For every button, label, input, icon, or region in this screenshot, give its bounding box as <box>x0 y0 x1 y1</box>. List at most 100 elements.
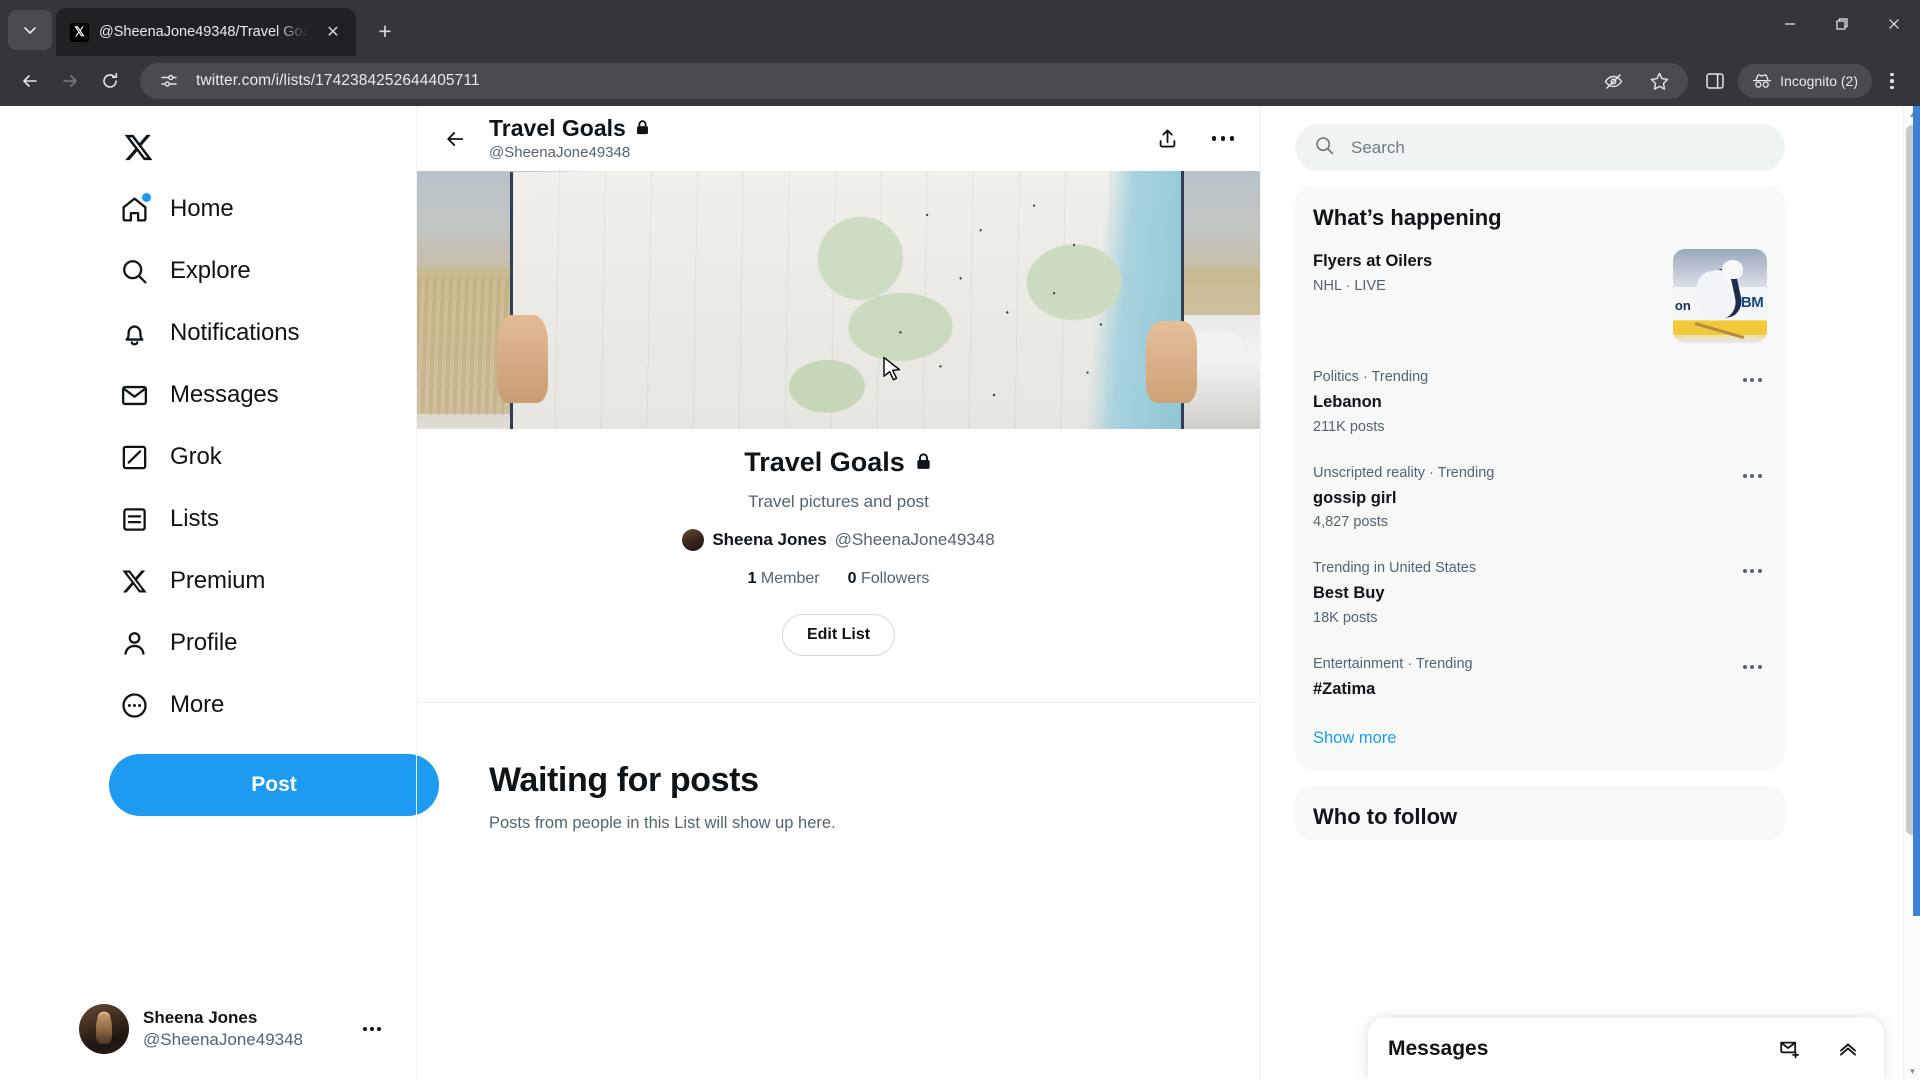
sidebar-item-home[interactable]: Home <box>109 178 254 240</box>
primary-navigation: Home Explore Notifications Messages Grok… <box>44 106 439 1080</box>
whats-happening-card: What’s happening Flyers at Oilers NHL · … <box>1295 187 1785 771</box>
sidebar-item-label: Profile <box>170 629 238 656</box>
maximize-button[interactable] <box>1816 0 1868 48</box>
incognito-hat-icon <box>1753 74 1772 88</box>
messages-dock[interactable]: Messages <box>1368 1018 1884 1080</box>
sidebar-item-lists[interactable]: Lists <box>109 488 239 550</box>
news-item[interactable]: Flyers at Oilers NHL · LIVE on BM <box>1295 237 1785 355</box>
news-meta: NHL · LIVE <box>1313 277 1386 294</box>
list-owner[interactable]: Sheena Jones @SheenaJone49348 <box>417 529 1260 551</box>
sidebar-item-messages[interactable]: Messages <box>109 364 299 426</box>
search-input[interactable]: Search <box>1295 124 1785 171</box>
close-window-button[interactable] <box>1868 0 1920 48</box>
url-text: twitter.com/i/lists/1742384252644405711 <box>196 72 480 89</box>
close-icon[interactable]: ✕ <box>320 19 346 45</box>
banner-hand-left <box>497 315 548 404</box>
chevron-down-icon <box>24 27 36 35</box>
owner-name: Sheena Jones <box>712 530 827 549</box>
browser-menu-button[interactable] <box>1876 64 1908 98</box>
trend-category: Trending in United States <box>1313 560 1477 577</box>
list-metadata: Travel Goals Travel pictures and post Sh… <box>417 429 1260 678</box>
news-headline: Flyers at Oilers <box>1313 252 1433 270</box>
members-count[interactable]: 1 Member <box>748 570 820 588</box>
account-name: Sheena Jones <box>143 1008 258 1028</box>
list-icon <box>119 504 150 535</box>
new-tab-button[interactable]: + <box>366 12 404 50</box>
sidebar-item-label: Explore <box>170 257 251 284</box>
sidebar-item-notifications[interactable]: Notifications <box>109 302 319 364</box>
share-upload-icon[interactable] <box>1148 120 1186 158</box>
arrow-left-icon <box>23 75 37 87</box>
three-dots-icon[interactable] <box>1737 461 1767 491</box>
tab-search-button[interactable] <box>8 10 52 50</box>
arrow-left-icon <box>447 131 464 146</box>
main-content: Travel Goals @SheenaJone49348 Travel Goa… <box>416 106 1261 1080</box>
envelope-icon <box>119 380 150 411</box>
trend-post-count: 4,827 posts <box>1313 514 1388 531</box>
sidebar-item-profile[interactable]: Profile <box>109 612 257 674</box>
page-viewport: Home Explore Notifications Messages Grok… <box>0 106 1920 1080</box>
followers-count[interactable]: 0 Followers <box>848 570 930 588</box>
tune-icon <box>161 74 177 87</box>
account-text: Sheena Jones @SheenaJone49348 <box>143 1007 303 1050</box>
edit-list-button[interactable]: Edit List <box>781 614 896 656</box>
sidebar-item-premium[interactable]: Premium <box>109 550 285 612</box>
new-message-icon[interactable] <box>1774 1033 1806 1065</box>
sidebar-item-label: Lists <box>170 505 219 532</box>
address-bar[interactable]: twitter.com/i/lists/1742384252644405711 <box>140 63 1689 99</box>
arrow-right-icon <box>63 75 77 87</box>
incognito-indicator[interactable]: Incognito (2) <box>1738 64 1872 98</box>
sidebar-item-label: More <box>170 691 225 718</box>
search-icon <box>1314 135 1335 161</box>
followers-number: 0 <box>847 570 857 587</box>
side-panel-icon[interactable] <box>1700 66 1730 96</box>
empty-state-title: Waiting for posts <box>489 761 759 799</box>
trend-item[interactable]: Entertainment · Trending #Zatima <box>1295 642 1785 714</box>
back-button[interactable] <box>435 119 475 159</box>
minimize-button[interactable] <box>1764 0 1816 48</box>
empty-state: Waiting for posts Posts from people in t… <box>417 703 1260 833</box>
account-switcher[interactable]: Sheena Jones @SheenaJone49348 <box>65 991 395 1066</box>
trend-name: #Zatima <box>1313 679 1376 698</box>
x-logo-icon: 𝕏 <box>70 22 89 42</box>
sidebar-item-explore[interactable]: Explore <box>109 240 271 302</box>
sidebar-item-grok[interactable]: Grok <box>109 426 242 488</box>
header-actions <box>1148 120 1242 158</box>
trend-item[interactable]: Politics · Trending Lebanon 211K posts <box>1295 355 1785 451</box>
x-logo-icon[interactable] <box>109 118 167 176</box>
post-button[interactable]: Post <box>109 754 439 816</box>
grok-icon <box>119 442 150 473</box>
person-icon <box>119 628 150 659</box>
browser-tab[interactable]: 𝕏 @SheenaJone49348/Travel Goa ✕ <box>56 8 356 56</box>
avatar <box>682 529 705 551</box>
list-description: Travel pictures and post <box>748 492 929 511</box>
back-button[interactable] <box>12 63 48 99</box>
header-subtitle: @SheenaJone49348 <box>489 144 631 162</box>
three-dots-icon[interactable] <box>1737 365 1767 395</box>
three-dots-icon[interactable] <box>1737 556 1767 586</box>
sidebar-item-more[interactable]: More <box>109 674 244 736</box>
chevron-up-icon[interactable] <box>1832 1033 1864 1065</box>
list-header: Travel Goals @SheenaJone49348 <box>417 106 1260 171</box>
reload-button[interactable] <box>92 63 128 99</box>
forward-button[interactable] <box>52 63 88 99</box>
sidebar-item-label: Premium <box>170 567 266 594</box>
eye-slash-icon[interactable] <box>1598 66 1628 96</box>
site-settings-icon[interactable] <box>154 66 184 96</box>
right-sidebar: Search What’s happening Flyers at Oilers… <box>1261 106 1859 1080</box>
trend-post-count: 211K posts <box>1313 418 1385 435</box>
three-dots-icon[interactable] <box>1204 120 1242 158</box>
bookmark-star-icon[interactable] <box>1644 66 1674 96</box>
members-number: 1 <box>747 570 757 587</box>
trend-item[interactable]: Trending in United States Best Buy 18K p… <box>1295 546 1785 642</box>
mouse-cursor <box>883 356 901 381</box>
news-text: Flyers at Oilers NHL · LIVE <box>1313 249 1661 298</box>
scroll-down-arrow-icon[interactable]: ▼ <box>1904 1063 1920 1080</box>
three-dots-icon[interactable] <box>1737 652 1767 682</box>
trend-name: gossip girl <box>1313 488 1397 507</box>
show-more-link[interactable]: Show more <box>1295 713 1785 766</box>
followers-label: Followers <box>860 570 930 587</box>
incognito-label: Incognito (2) <box>1780 73 1858 89</box>
three-dots-icon[interactable] <box>363 1026 381 1031</box>
trend-item[interactable]: Unscripted reality · Trending gossip gir… <box>1295 451 1785 547</box>
